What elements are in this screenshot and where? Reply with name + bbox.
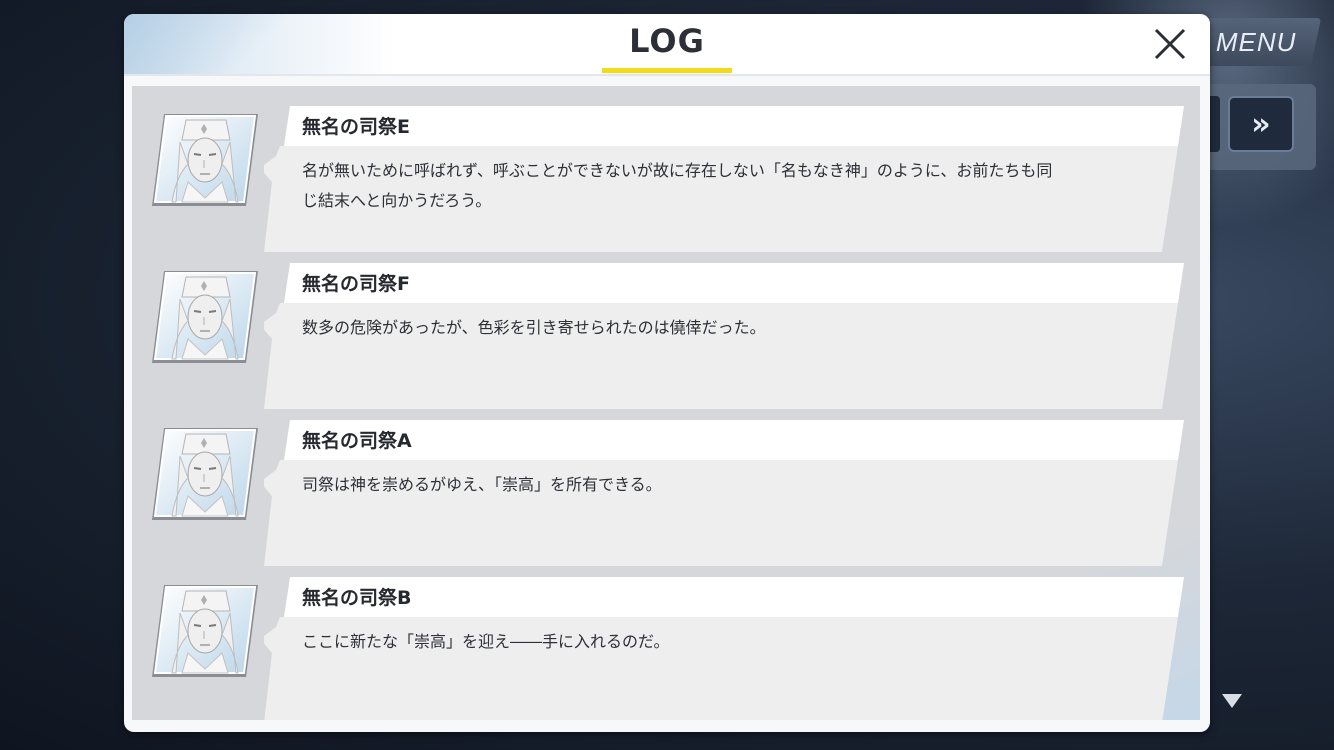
log-title: LOG bbox=[629, 22, 705, 60]
menu-button[interactable]: MENU bbox=[1190, 18, 1322, 66]
speaker-name: 無名の司祭B bbox=[302, 587, 412, 609]
log-entry: 無名の司祭B ここに新たな「崇高」を迎え――手に入れるのだ。 bbox=[132, 567, 1200, 720]
dialogue-text: 司祭は神を崇めるがゆえ、「崇高」を所有できる。 bbox=[302, 475, 662, 494]
speaker-name: 無名の司祭E bbox=[302, 116, 410, 138]
log-list[interactable]: 無名の司祭E 名が無いために呼ばれず、呼ぶことができないが故に存在しない「名もな… bbox=[132, 86, 1200, 720]
fast-forward-icon: » bbox=[1251, 106, 1271, 142]
dialogue-bubble: 無名の司祭B ここに新たな「崇高」を迎え――手に入れるのだ。 bbox=[264, 577, 1184, 720]
menu-button-label: MENU bbox=[1215, 26, 1297, 57]
close-icon bbox=[1154, 28, 1186, 60]
speaker-name: 無名の司祭F bbox=[302, 273, 410, 295]
dialogue-text: 数多の危険があったが、色彩を引き寄せられたのは僥倖だった。 bbox=[302, 318, 766, 337]
speaker-avatar bbox=[150, 583, 260, 679]
log-entry: 無名の司祭F 数多の危険があったが、色彩を引き寄せられたのは僥倖だった。 bbox=[132, 253, 1200, 409]
dialogue-bubble: 無名の司祭F 数多の危険があったが、色彩を引き寄せられたのは僥倖だった。 bbox=[264, 263, 1184, 409]
speaker-avatar bbox=[150, 112, 260, 208]
dialogue-bubble: 無名の司祭A 司祭は神を崇めるがゆえ、「崇高」を所有できる。 bbox=[264, 420, 1184, 566]
speaker-avatar bbox=[150, 269, 260, 365]
speaker-avatar bbox=[150, 426, 260, 522]
masked-priest-icon bbox=[152, 271, 258, 363]
log-window: LOG 無名の司祭E 名が無いために呼ばれず、呼ぶことができないが故に存在しない… bbox=[124, 14, 1210, 732]
close-button[interactable] bbox=[1148, 22, 1192, 66]
dialogue-bubble: 無名の司祭E 名が無いために呼ばれず、呼ぶことができないが故に存在しない「名もな… bbox=[264, 106, 1184, 252]
log-header: LOG bbox=[124, 14, 1210, 76]
title-underline bbox=[602, 68, 732, 73]
log-entry: 無名の司祭E 名が無いために呼ばれず、呼ぶことができないが故に存在しない「名もな… bbox=[132, 96, 1200, 252]
speaker-name: 無名の司祭A bbox=[302, 430, 412, 452]
dialogue-text: ここに新たな「崇高」を迎え――手に入れるのだ。 bbox=[302, 632, 670, 651]
masked-priest-icon bbox=[152, 428, 258, 520]
masked-priest-icon bbox=[152, 585, 258, 677]
log-entry: 無名の司祭A 司祭は神を崇めるがゆえ、「崇高」を所有できる。 bbox=[132, 410, 1200, 566]
fast-forward-button[interactable]: » bbox=[1228, 96, 1294, 152]
dialogue-text: 名が無いために呼ばれず、呼ぶことができないが故に存在しない「名もなき神」のように… bbox=[302, 161, 1053, 210]
header-decoration bbox=[124, 14, 344, 74]
masked-priest-icon bbox=[152, 114, 258, 206]
scroll-down-indicator-icon bbox=[1222, 694, 1242, 708]
